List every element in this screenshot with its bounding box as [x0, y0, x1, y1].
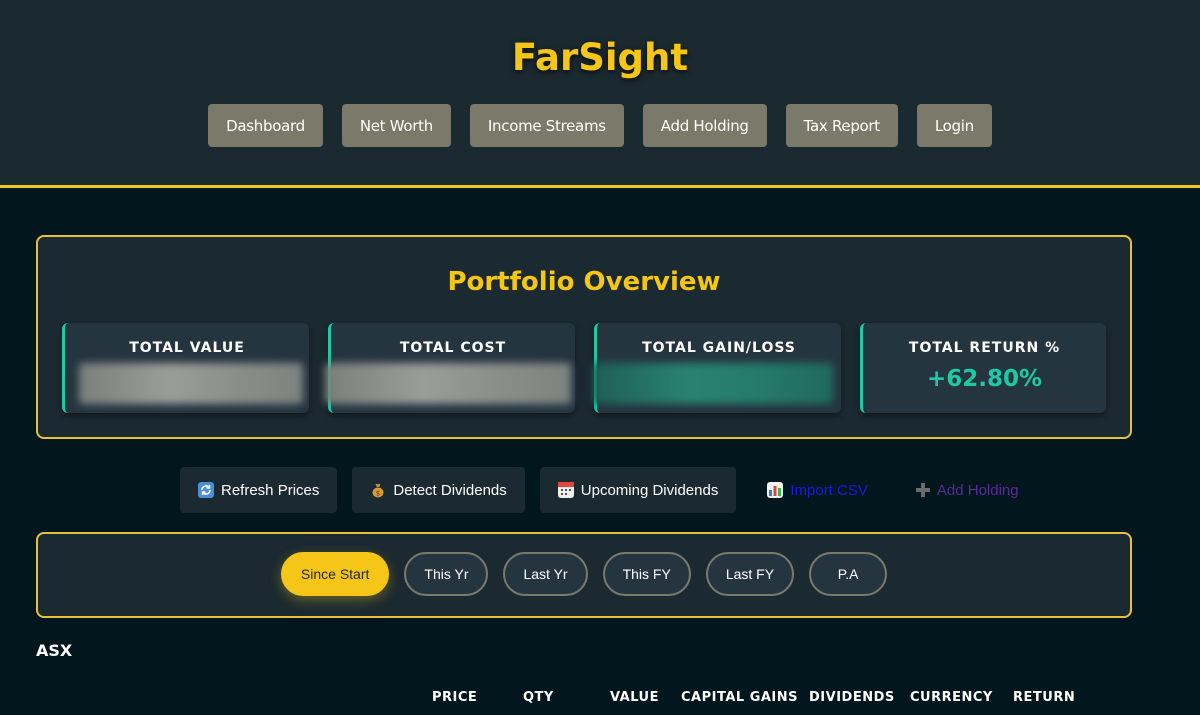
period-this-fy-button[interactable]: This FY [602, 552, 691, 596]
total-gain-loss-label: TOTAL GAIN/LOSS [642, 340, 796, 356]
plus-icon [915, 482, 931, 498]
nav-net-worth-button[interactable]: Net Worth [341, 104, 451, 147]
total-value-redacted [79, 363, 303, 404]
bar-chart-icon [767, 482, 784, 498]
period-since-start-button[interactable]: Since Start [280, 552, 390, 596]
import-csv-label: Import CSV [790, 481, 868, 499]
detect-dividends-label: Detect Dividends [393, 481, 507, 499]
total-cost-label: TOTAL COST [399, 340, 507, 356]
refresh-prices-label: Refresh Prices [221, 481, 320, 499]
app-title: FarSight [511, 36, 689, 79]
add-holding-link[interactable]: Add Holding [899, 467, 1035, 513]
total-value-label: TOTAL VALUE [129, 340, 245, 356]
add-holding-label: Add Holding [936, 481, 1019, 499]
period-filter-panel: Since Start This Yr Last Yr This FY Last… [36, 532, 1132, 618]
total-cost-redacted [325, 363, 571, 404]
period-last-fy-button[interactable]: Last FY [705, 552, 795, 596]
section-title-asx: ASX [36, 641, 73, 660]
column-header-qty: QTY [523, 690, 554, 705]
total-return-value: +62.80% [926, 366, 1043, 392]
import-csv-link[interactable]: Import CSV [751, 467, 884, 513]
action-bar: Refresh Prices $ Detect Dividends Upcomi… [180, 467, 1035, 513]
refresh-prices-button[interactable]: Refresh Prices [180, 467, 338, 513]
nav-tax-report-button[interactable]: Tax Report [785, 104, 898, 147]
calendar-icon [557, 482, 574, 498]
column-header-value: VALUE [610, 690, 659, 705]
overview-title: Portfolio Overview [447, 267, 721, 297]
column-header-currency: CURRENCY [910, 690, 993, 705]
nav-income-streams-button[interactable]: Income Streams [469, 104, 624, 147]
total-return-card: TOTAL RETURN % +62.80% [860, 323, 1106, 413]
total-return-label: TOTAL RETURN % [908, 340, 1061, 356]
app-header: FarSight Dashboard Net Worth Income Stre… [0, 0, 1200, 188]
period-pa-button[interactable]: P.A [809, 552, 888, 596]
column-header-dividends: DIVIDENDS [809, 690, 895, 705]
column-header-return: RETURN [1013, 690, 1076, 705]
nav-add-holding-button[interactable]: Add Holding [642, 104, 767, 147]
nav-dashboard-button[interactable]: Dashboard [208, 104, 323, 147]
upcoming-dividends-label: Upcoming Dividends [580, 481, 719, 499]
total-cost-card: TOTAL COST [325, 323, 575, 413]
column-header-capital-gains: CAPITAL GAINS [681, 690, 799, 705]
period-this-yr-button[interactable]: This Yr [404, 552, 489, 596]
svg-text:$: $ [376, 490, 380, 498]
period-filter-row: Since Start This Yr Last Yr This FY Last… [38, 552, 1130, 596]
total-gain-loss-card: TOTAL GAIN/LOSS [593, 323, 841, 413]
refresh-icon [198, 482, 214, 498]
nav-login-button[interactable]: Login [916, 104, 992, 147]
detect-dividends-button[interactable]: $ Detect Dividends [352, 467, 525, 513]
total-gain-loss-redacted [593, 363, 833, 404]
money-bag-icon: $ [370, 482, 386, 498]
period-last-yr-button[interactable]: Last Yr [503, 552, 588, 596]
upcoming-dividends-button[interactable]: Upcoming Dividends [539, 467, 737, 513]
column-header-price: PRICE [432, 690, 478, 705]
main-nav: Dashboard Net Worth Income Streams Add H… [0, 104, 1200, 147]
total-value-card: TOTAL VALUE [62, 323, 309, 413]
portfolio-overview-panel: Portfolio Overview TOTAL VALUE TOTAL COS… [36, 235, 1132, 439]
